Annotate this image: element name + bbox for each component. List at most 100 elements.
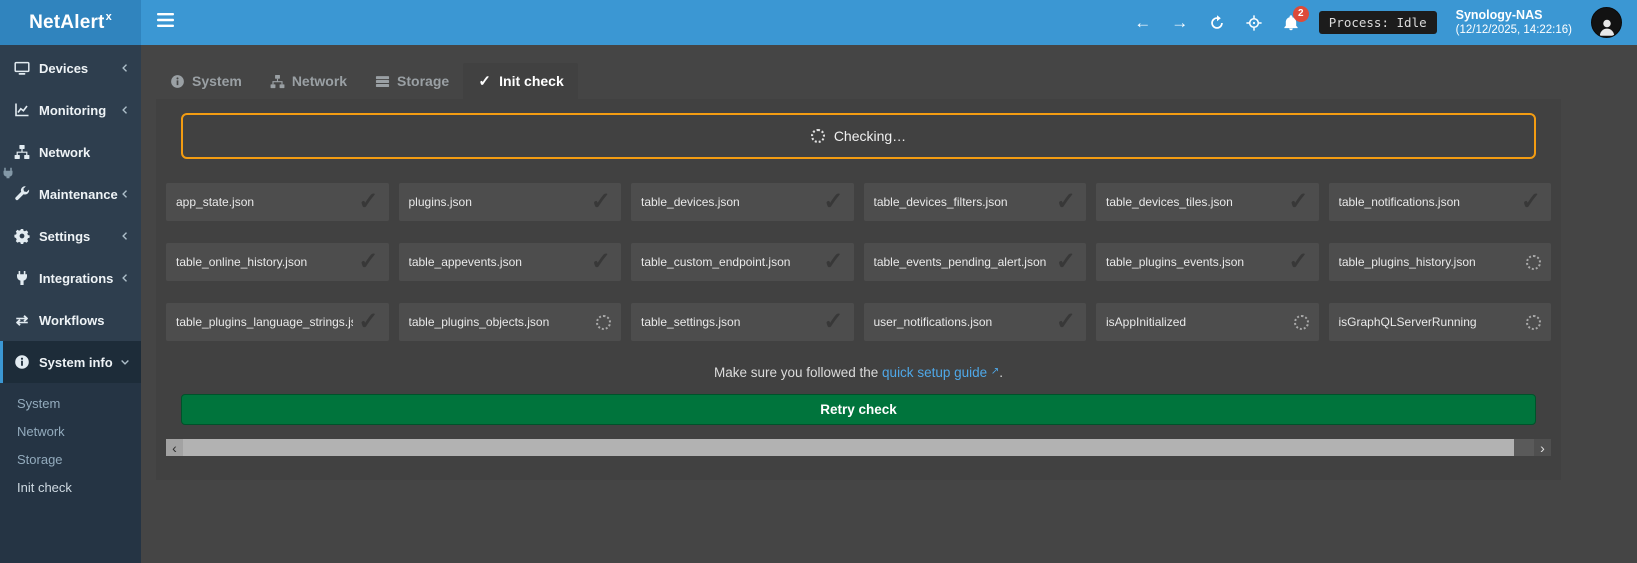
sidebar-item-maintenance[interactable]: Maintenance xyxy=(0,173,141,215)
sidebar-item-integrations[interactable]: Integrations xyxy=(0,257,141,299)
back-icon[interactable]: ← xyxy=(1134,14,1152,32)
card-label: table_plugins_language_strings.json xyxy=(176,315,353,329)
submenu-item-network[interactable]: Network xyxy=(0,417,141,445)
card-label: plugins.json xyxy=(409,195,472,209)
card-label: table_events_pending_alert.json xyxy=(874,255,1047,269)
sidebar-item-system-info[interactable]: System info xyxy=(0,341,141,383)
init-check-card: table_plugins_objects.json xyxy=(399,303,622,341)
card-label: table_appevents.json xyxy=(409,255,522,269)
check-icon: ✓ xyxy=(358,250,378,274)
sidebar-item-label: Monitoring xyxy=(39,103,106,118)
submenu-item-system[interactable]: System xyxy=(0,389,141,417)
notification-count-badge: 2 xyxy=(1293,6,1309,22)
check-icon: ✓ xyxy=(823,250,843,274)
system-info-icon xyxy=(14,354,30,370)
info-icon xyxy=(170,74,185,89)
card-label: table_custom_endpoint.json xyxy=(641,255,790,269)
forward-icon[interactable]: → xyxy=(1171,14,1189,32)
sidebar-item-settings[interactable]: Settings xyxy=(0,215,141,257)
tab-storage[interactable]: Storage xyxy=(361,63,463,99)
network-icon xyxy=(270,74,285,89)
host-timestamp: (12/12/2025, 14:22:16) xyxy=(1456,23,1572,38)
external-link-icon: ↗ xyxy=(991,366,999,377)
card-label: table_plugins_history.json xyxy=(1339,255,1476,269)
chevron-left-icon xyxy=(119,62,131,74)
card-label: table_plugins_events.json xyxy=(1106,255,1244,269)
locate-icon[interactable] xyxy=(1245,14,1263,32)
monitoring-icon xyxy=(14,102,30,118)
chevron-left-icon xyxy=(119,230,131,242)
init-check-card: plugins.json ✓ xyxy=(399,183,622,221)
refresh-icon[interactable] xyxy=(1208,14,1226,32)
spinner-icon xyxy=(1526,255,1541,270)
tab-network[interactable]: Network xyxy=(256,63,361,99)
init-check-card: table_plugins_events.json ✓ xyxy=(1096,243,1319,281)
chevron-down-icon xyxy=(119,356,131,368)
init-check-card: table_events_pending_alert.json ✓ xyxy=(864,243,1087,281)
sidebar-item-label: Workflows xyxy=(39,313,105,328)
init-check-card: table_online_history.json ✓ xyxy=(166,243,389,281)
init-check-panel: Checking… app_state.json ✓ plugins.json … xyxy=(156,99,1561,480)
submenu-item-init-check[interactable]: Init check xyxy=(0,473,141,501)
card-label: table_settings.json xyxy=(641,315,740,329)
sidebar-item-label: Settings xyxy=(39,229,90,244)
scrollbar-thumb[interactable] xyxy=(183,439,1514,456)
storage-icon xyxy=(375,74,390,89)
card-label: table_notifications.json xyxy=(1339,195,1460,209)
sidebar-item-workflows[interactable]: ⇄ Workflows xyxy=(0,299,141,341)
check-icon: ✓ xyxy=(477,74,492,89)
card-label: user_notifications.json xyxy=(874,315,993,329)
horizontal-scrollbar[interactable]: ‹ › xyxy=(166,439,1551,456)
tab-label: Network xyxy=(292,73,347,89)
tab-init-check[interactable]: ✓ Init check xyxy=(463,63,578,99)
checking-status-text: Checking… xyxy=(834,128,906,144)
tab-system[interactable]: System xyxy=(156,63,256,99)
submenu-item-storage[interactable]: Storage xyxy=(0,445,141,473)
sidebar-toggle-button[interactable] xyxy=(141,0,189,45)
check-icon: ✓ xyxy=(591,190,611,214)
init-check-card: user_notifications.json ✓ xyxy=(864,303,1087,341)
chevron-left-icon xyxy=(119,188,131,200)
sidebar-menu: Devices Monitoring Network xyxy=(0,45,141,383)
scroll-right-button[interactable]: › xyxy=(1534,439,1551,456)
retry-check-button[interactable]: Retry check xyxy=(181,394,1536,425)
card-label: table_online_history.json xyxy=(176,255,307,269)
network-icon xyxy=(14,144,30,160)
tab-label: System xyxy=(192,73,242,89)
init-check-card: table_plugins_history.json xyxy=(1329,243,1552,281)
hint-suffix: . xyxy=(999,365,1003,380)
check-icon: ✓ xyxy=(823,310,843,334)
tab-label: Init check xyxy=(499,73,564,89)
top-header: NetAlertx ← → 2 Process: Idle xyxy=(0,0,1637,45)
scroll-left-button[interactable]: ‹ xyxy=(166,439,183,456)
sidebar-item-network[interactable]: Network xyxy=(0,131,141,173)
card-label: table_devices_tiles.json xyxy=(1106,195,1233,209)
workflows-icon: ⇄ xyxy=(14,312,30,328)
setup-hint: Make sure you followed the quick setup g… xyxy=(166,365,1551,380)
main-content: System Network Storage ✓ Init check xyxy=(141,45,1637,563)
notifications-button[interactable]: 2 xyxy=(1282,14,1300,32)
app-logo[interactable]: NetAlertx xyxy=(0,0,141,45)
spinner-icon xyxy=(1526,315,1541,330)
sidebar-item-label: Network xyxy=(39,145,90,160)
card-label: table_plugins_objects.json xyxy=(409,315,550,329)
netalertx-app: NetAlertx ← → 2 Process: Idle xyxy=(0,0,1637,563)
devices-icon xyxy=(14,60,30,76)
init-check-card: table_custom_endpoint.json ✓ xyxy=(631,243,854,281)
init-check-card: table_plugins_language_strings.json ✓ xyxy=(166,303,389,341)
host-info: Synology-NAS (12/12/2025, 14:22:16) xyxy=(1456,7,1572,38)
sidebar-item-monitoring[interactable]: Monitoring xyxy=(0,89,141,131)
quick-setup-guide-link[interactable]: quick setup guide ↗ xyxy=(882,365,999,380)
sidebar-item-label: System info xyxy=(39,355,113,370)
user-avatar[interactable] xyxy=(1591,7,1622,38)
scrollbar-track[interactable] xyxy=(183,439,1534,456)
check-icon: ✓ xyxy=(823,190,843,214)
maintenance-icon xyxy=(14,186,30,202)
sidebar-item-devices[interactable]: Devices xyxy=(0,47,141,89)
checking-status-banner: Checking… xyxy=(181,113,1536,159)
init-check-card: isAppInitialized xyxy=(1096,303,1319,341)
stray-plugin-icon xyxy=(2,166,14,178)
sidebar: Devices Monitoring Network xyxy=(0,45,141,563)
check-icon: ✓ xyxy=(1056,190,1076,214)
spinner-icon xyxy=(811,129,825,143)
